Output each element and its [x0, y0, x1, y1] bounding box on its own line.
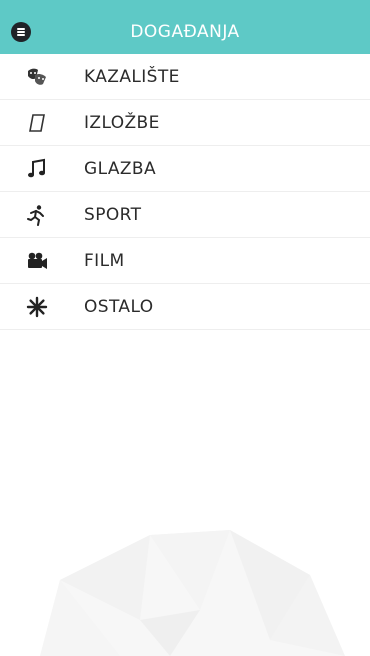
menu-item-izlozbe[interactable]: IZLOŽBE [0, 100, 370, 146]
frame-icon [26, 112, 48, 134]
menu-item-kazaliste[interactable]: KAZALIŠTE [0, 54, 370, 100]
asterisk-icon [26, 296, 48, 318]
events-screen: DOGAĐANJA KAZALIŠTE IZLOŽBE GLAZBA SPORT… [0, 0, 370, 656]
menu-item-label: KAZALIŠTE [84, 67, 180, 87]
menu-item-label: OSTALO [84, 297, 154, 317]
menu-item-glazba[interactable]: GLAZBA [0, 146, 370, 192]
menu-item-label: SPORT [84, 205, 142, 225]
theater-masks-icon [26, 66, 48, 88]
page-title: DOGAĐANJA [130, 22, 240, 42]
menu-item-ostalo[interactable]: OSTALO [0, 284, 370, 330]
menu-item-sport[interactable]: SPORT [0, 192, 370, 238]
menu-item-label: GLAZBA [84, 159, 157, 179]
category-menu: KAZALIŠTE IZLOŽBE GLAZBA SPORT FILM OSTA… [0, 54, 370, 330]
film-camera-icon [26, 250, 48, 272]
header-bar: DOGAĐANJA [0, 0, 370, 54]
menu-item-label: IZLOŽBE [84, 113, 160, 133]
menu-item-film[interactable]: FILM [0, 238, 370, 284]
music-note-icon [26, 158, 48, 180]
menu-item-label: FILM [84, 251, 125, 271]
running-person-icon [26, 204, 48, 226]
